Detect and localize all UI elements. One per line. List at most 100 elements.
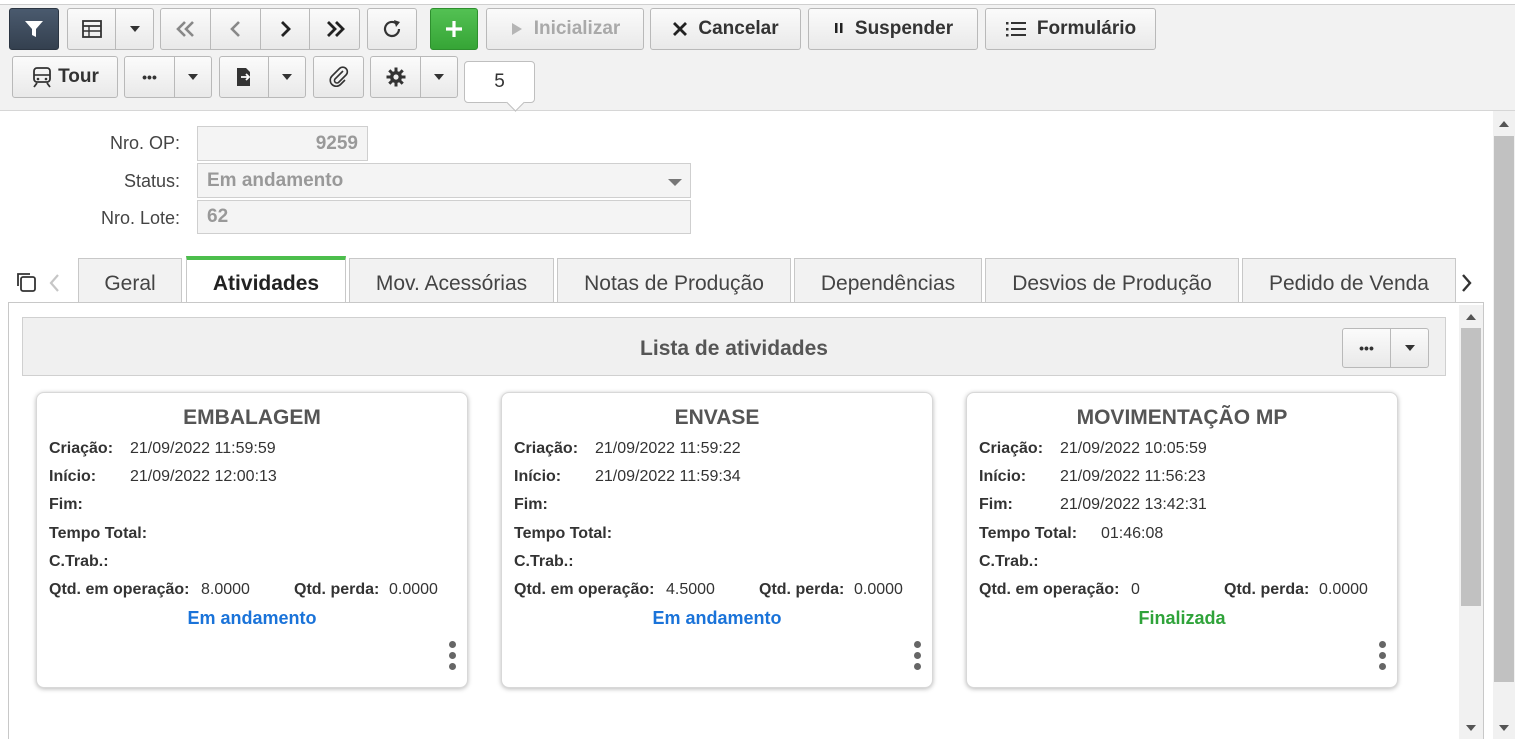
scroll-up-icon[interactable] [1499,121,1509,127]
suspend-button-label: Suspender [854,18,954,39]
plus-icon [446,21,462,37]
filter-icon [25,21,43,37]
scroll-down-icon[interactable] [1466,725,1476,731]
export-dropdown[interactable] [268,56,306,98]
panel-more-label: ••• [1359,340,1374,356]
chevron-down-icon [1404,345,1415,351]
tab-label: Geral [104,272,156,295]
settings-dropdown[interactable] [420,56,458,98]
kebab-menu-icon[interactable] [449,641,457,674]
attachment-button[interactable] [313,56,364,98]
form-button[interactable]: Formulário [985,8,1156,50]
chevron-down-icon [129,26,140,32]
train-icon [33,67,51,88]
qty-in-op-label: Qtd. em operação: [514,581,655,598]
cancel-button[interactable]: Cancelar [650,8,801,50]
end-label: Fim: [49,496,83,513]
tab-desvios-producao[interactable]: Desvios de Produção [985,258,1239,302]
end-label: Fim: [979,496,1013,513]
tour-button-label: Tour [58,66,99,87]
scroll-thumb[interactable] [1494,136,1514,682]
status-label: Status: [123,171,180,191]
more-actions-dropdown[interactable] [174,56,212,98]
last-record-button[interactable] [309,8,360,50]
work-center-label: C.Trab.: [979,553,1039,570]
end-label: Fim: [514,496,548,513]
creation-label: Criação: [514,440,579,457]
qty-loss-value: 0.0000 [389,581,438,598]
total-time-label: Tempo Total: [514,525,613,542]
view-dropdown-button[interactable] [115,8,154,50]
qty-in-op-value: 8.0000 [201,581,250,598]
first-record-button[interactable] [160,8,211,50]
chevron-down-icon [188,74,198,80]
more-actions-button[interactable]: ••• [124,56,175,98]
export-button[interactable] [219,56,269,98]
start-value: 21/09/2022 11:59:34 [595,468,741,485]
start-value: 21/09/2022 12:00:13 [130,468,277,485]
content-scrollbar[interactable] [1459,305,1483,739]
total-time-value: 01:46:08 [1101,525,1164,542]
scroll-thumb[interactable] [1461,328,1481,606]
activity-card[interactable]: MOVIMENTAÇÃO MP Criação: 21/09/2022 10:05… [966,392,1398,688]
start-label: Início: [979,468,1027,485]
double-chevron-right-icon [326,21,345,37]
creation-value: 21/09/2022 10:05:59 [1060,440,1207,457]
record-counter: 5 [464,61,535,103]
start-button[interactable]: Inicializar [486,8,644,50]
refresh-button[interactable] [367,8,417,50]
kebab-menu-icon[interactable] [914,641,922,674]
scroll-down-icon[interactable] [1499,725,1509,731]
op-number-label: Nro. OP: [109,133,180,153]
qty-in-op-value: 4.5000 [666,581,715,598]
tabs-scroll-left[interactable] [48,272,62,301]
list-icon [1005,22,1026,37]
panel-more-button[interactable]: ••• [1342,328,1391,368]
form-button-label: Formulário [1036,18,1137,39]
activity-card[interactable]: ENVASE Criação: 21/09/2022 11:59:22 Iníci… [501,392,933,688]
pause-icon [834,23,843,33]
tab-geral[interactable]: Geral [78,258,182,302]
more-actions-label: ••• [142,69,157,85]
filter-button[interactable] [9,8,59,50]
lot-number-field[interactable]: 62 [197,200,691,234]
start-label: Início: [514,468,562,485]
tab-dependencias[interactable]: Dependências [794,258,982,302]
suspend-button[interactable]: Suspender [808,8,978,50]
tabs-scroll-right[interactable] [1459,270,1473,301]
settings-button[interactable] [370,56,421,98]
previous-record-button[interactable] [210,8,261,50]
qty-in-op-label: Qtd. em operação: [49,581,190,598]
play-icon [511,23,522,35]
tab-pedido-venda[interactable]: Pedido de Venda [1242,258,1456,302]
scroll-up-icon[interactable] [1466,314,1476,320]
creation-value: 21/09/2022 11:59:59 [130,440,276,457]
chevron-down-icon [668,179,682,186]
chevron-down-icon [434,74,444,80]
close-icon [673,22,688,36]
end-value: 21/09/2022 13:42:31 [1060,496,1207,513]
add-button[interactable] [430,8,478,50]
tab-mov-acessorias[interactable]: Mov. Acessórias [349,258,554,302]
work-center-label: C.Trab.: [49,553,109,570]
op-number-field[interactable]: 9259 [197,126,368,161]
qty-loss-label: Qtd. perda: [759,581,845,598]
tab-notas-producao[interactable]: Notas de Produção [557,258,791,302]
tab-atividades[interactable]: Atividades [186,256,346,302]
next-record-button[interactable] [260,8,310,50]
status-select[interactable]: Em andamento [197,163,691,198]
lot-number-label: Nro. Lote: [100,208,180,228]
grid-view-button[interactable] [67,8,116,50]
work-center-label: C.Trab.: [514,553,574,570]
refresh-icon [383,20,401,38]
panel-dropdown-button[interactable] [1390,328,1429,368]
page-scrollbar[interactable] [1493,111,1515,739]
chevron-right-icon [1462,274,1472,292]
activity-status: Finalizada [1138,608,1226,628]
kebab-menu-icon[interactable] [1379,641,1387,674]
activity-status: Em andamento [187,608,317,628]
activity-card[interactable]: EMBALAGEM Criação: 21/09/2022 11:59:59 In… [36,392,468,688]
total-time-label: Tempo Total: [979,525,1078,542]
copy-icon[interactable] [14,270,38,299]
tour-button[interactable]: Tour [12,56,118,98]
